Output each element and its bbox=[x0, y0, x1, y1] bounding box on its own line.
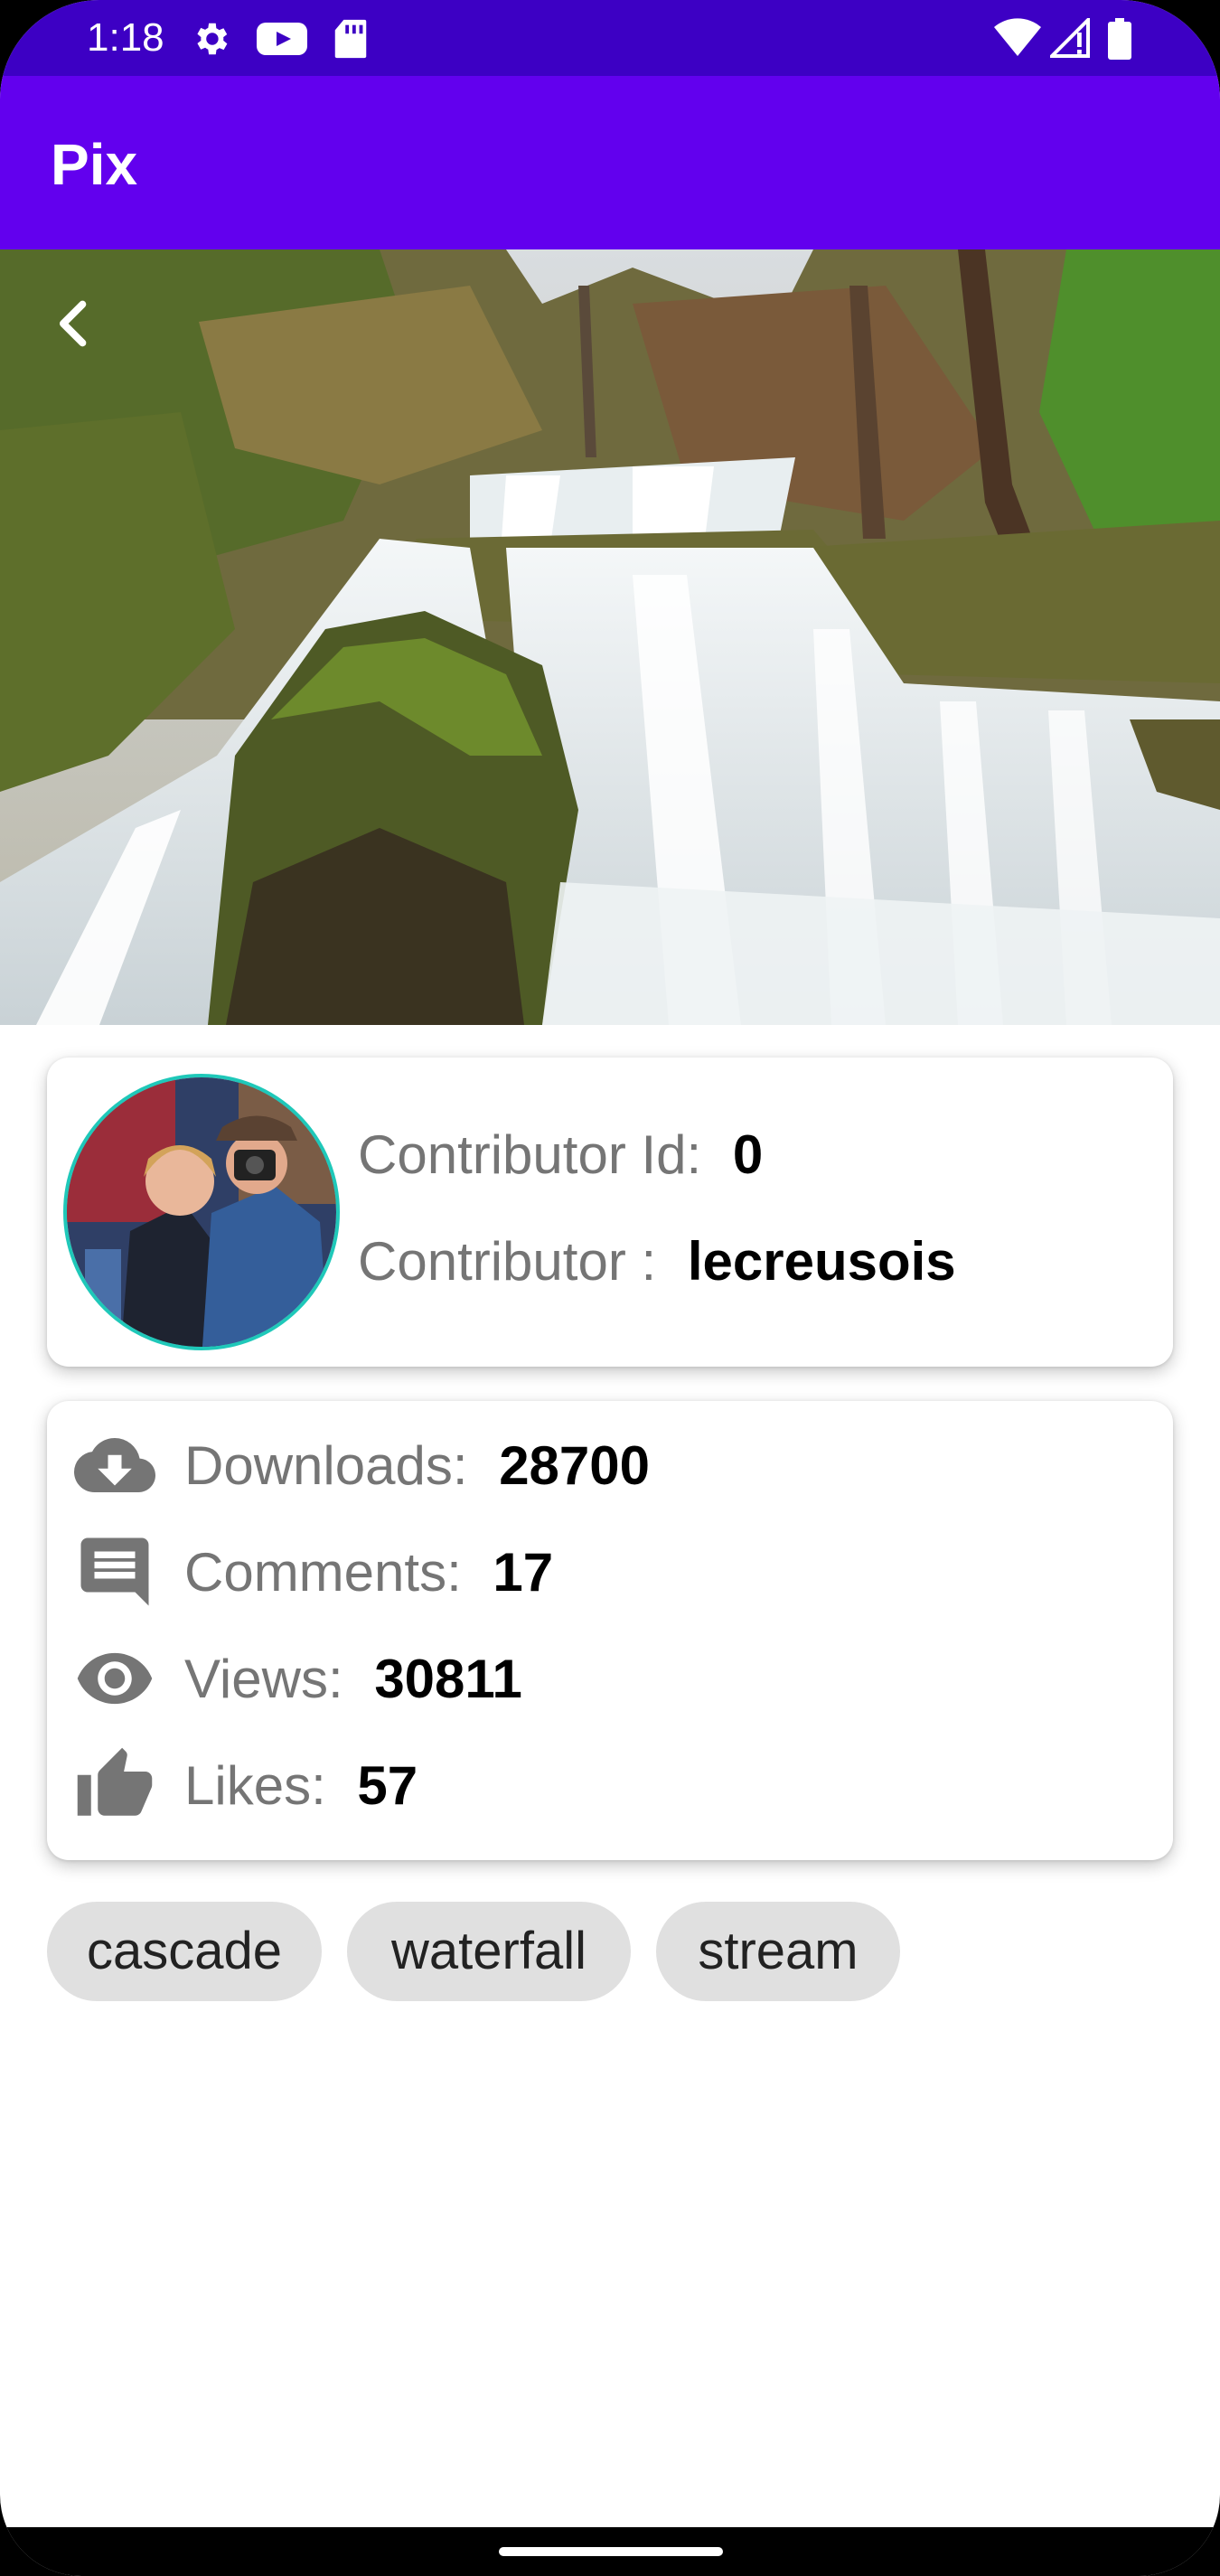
back-arrow-icon[interactable] bbox=[45, 295, 103, 353]
photo-image bbox=[0, 249, 1220, 1025]
downloads-value: 28700 bbox=[499, 1435, 651, 1496]
contributor-name-value: lecreusois bbox=[687, 1231, 956, 1292]
views-label: Views: bbox=[184, 1649, 343, 1709]
likes-label: Likes: bbox=[184, 1755, 326, 1816]
contributor-id-value: 0 bbox=[732, 1124, 764, 1185]
tag-chip-stream[interactable]: stream bbox=[656, 1902, 900, 2001]
wifi-icon bbox=[994, 18, 1041, 56]
comment-icon bbox=[80, 1537, 149, 1606]
contributor-name-label: Contributor : bbox=[358, 1231, 657, 1292]
contributor-photo bbox=[67, 1077, 336, 1347]
cloud-download-icon bbox=[74, 1438, 155, 1492]
status-time: 1:18 bbox=[87, 15, 164, 60]
sd-card-icon bbox=[334, 19, 367, 59]
screen: 1:18 Pix Contributor Id: 0 Contributor:… bbox=[0, 0, 1220, 2576]
eye-icon bbox=[77, 1652, 153, 1705]
home-handle[interactable] bbox=[499, 2547, 723, 2556]
downloads-label: Downloads: bbox=[184, 1435, 468, 1496]
tag-chip-cascade[interactable]: cascade bbox=[47, 1902, 322, 2001]
views-row: Views: 30811 bbox=[184, 1647, 522, 1712]
app-title: Pix bbox=[51, 132, 138, 197]
comments-row: Comments: 17 bbox=[184, 1540, 553, 1605]
contributor-name-row: Contributor : lecreusois bbox=[358, 1229, 956, 1294]
comments-value: 17 bbox=[493, 1542, 554, 1603]
downloads-row: Downloads: 28700 bbox=[184, 1434, 650, 1499]
stats-card: Downloads: 28700 Comments: 17 Views: 308… bbox=[47, 1401, 1173, 1860]
views-value: 30811 bbox=[374, 1649, 522, 1709]
comments-label: Comments: bbox=[184, 1542, 462, 1603]
app-bar: Pix bbox=[0, 76, 1220, 249]
thumb-up-icon bbox=[77, 1747, 153, 1816]
battery-icon bbox=[1108, 18, 1131, 60]
contributor-id-label: Contributor Id: bbox=[358, 1124, 702, 1185]
tag-chip-waterfall[interactable]: waterfall bbox=[347, 1902, 631, 2001]
likes-row: Likes: 57 bbox=[184, 1753, 418, 1819]
cell-signal-icon bbox=[1050, 18, 1090, 58]
settings-icon bbox=[197, 23, 228, 55]
status-bar: 1:18 bbox=[0, 0, 1220, 76]
youtube-icon bbox=[257, 23, 307, 55]
contributor-id-row: Contributor Id: 0 bbox=[358, 1123, 763, 1188]
likes-value: 57 bbox=[357, 1755, 418, 1816]
waterfall-photo bbox=[0, 249, 1220, 1025]
contributor-card: Contributor Id: 0 Contributor : lecreuso… bbox=[47, 1058, 1173, 1367]
avatar[interactable] bbox=[63, 1074, 340, 1350]
